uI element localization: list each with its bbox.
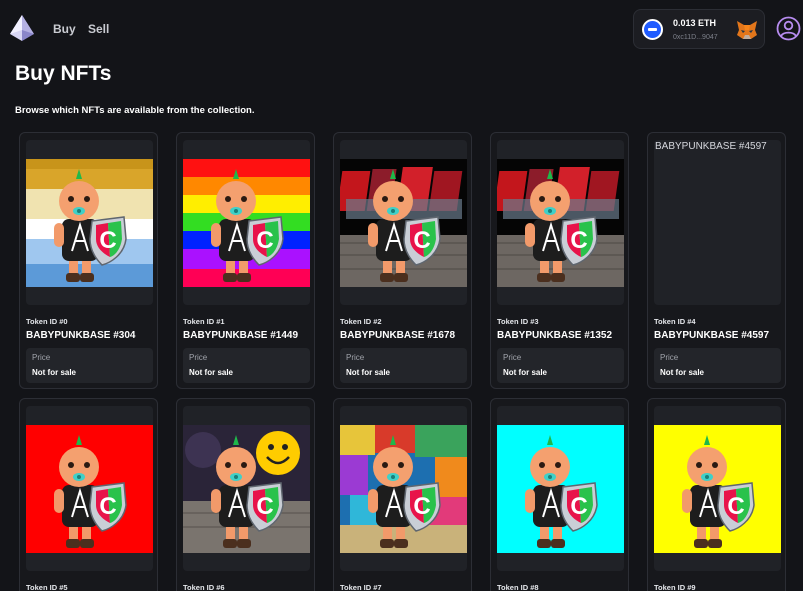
- nft-card[interactable]: C Token ID #0 BABYPUNKBASE #304 Price Not fo…: [19, 132, 158, 389]
- nft-image[interactable]: C: [497, 140, 624, 305]
- price-box: Price Not for sale: [183, 348, 310, 383]
- nft-card[interactable]: C Token ID #2 BABYPUNKBASE #1678 Price Not f…: [333, 132, 472, 389]
- broken-image-alt: BABYPUNKBASE #4597: [655, 141, 767, 152]
- token-id: Token ID #0: [26, 317, 68, 326]
- nft-image[interactable]: C: [654, 406, 781, 571]
- shield-emblem: C: [413, 227, 430, 254]
- metamask-fox-icon: [737, 21, 757, 39]
- nft-image[interactable]: C: [340, 140, 467, 305]
- wallet-button[interactable]: 0.013 ETH 0xc11D...9047: [633, 9, 765, 49]
- price-value: Not for sale: [32, 368, 77, 377]
- wallet-balance: 0.013 ETH: [673, 18, 717, 28]
- nft-artwork: C: [183, 159, 310, 287]
- nft-artwork: C: [26, 425, 153, 553]
- wallet-address: 0xc11D...9047: [673, 34, 718, 41]
- token-id: Token ID #3: [497, 317, 539, 326]
- page-subtitle: Browse which NFTs are available from the…: [15, 105, 255, 116]
- price-label: Price: [503, 353, 522, 362]
- price-value: Not for sale: [660, 368, 705, 377]
- nft-card[interactable]: C Token ID #3 BABYPUNKBASE #1352 Price Not f…: [490, 132, 629, 389]
- network-icon: [642, 19, 663, 40]
- nft-artwork: C: [497, 159, 624, 287]
- nft-name: BABYPUNKBASE #4597: [654, 330, 770, 341]
- logo-icon[interactable]: [9, 14, 35, 42]
- nft-artwork: C: [340, 425, 467, 553]
- price-value: Not for sale: [189, 368, 234, 377]
- price-label: Price: [189, 353, 208, 362]
- token-id: Token ID #9: [654, 583, 696, 591]
- shield-emblem: C: [413, 493, 430, 520]
- price-box: Price Not for sale: [340, 348, 467, 383]
- price-label: Price: [32, 353, 51, 362]
- token-id: Token ID #8: [497, 583, 539, 591]
- nav-sell-link[interactable]: Sell: [88, 22, 109, 36]
- nft-name: BABYPUNKBASE #1352: [497, 330, 613, 341]
- nft-artwork: C: [654, 425, 781, 553]
- nft-card[interactable]: C Token ID #5: [19, 398, 158, 591]
- shield-emblem: C: [256, 227, 273, 254]
- nft-image[interactable]: C: [26, 140, 153, 305]
- nft-image[interactable]: C: [497, 406, 624, 571]
- token-id: Token ID #1: [183, 317, 225, 326]
- token-id: Token ID #5: [26, 583, 68, 591]
- nft-image[interactable]: C: [183, 140, 310, 305]
- token-id: Token ID #7: [340, 583, 382, 591]
- nft-card[interactable]: C Token ID #9: [647, 398, 786, 591]
- nft-card[interactable]: C Token ID #7: [333, 398, 472, 591]
- price-box: Price Not for sale: [497, 348, 624, 383]
- nft-card[interactable]: BABYPUNKBASE #4597 Token ID #4 BABYPUNKBAS…: [647, 132, 786, 389]
- shield-emblem: C: [256, 493, 273, 520]
- nft-image[interactable]: C: [183, 406, 310, 571]
- price-label: Price: [660, 353, 679, 362]
- nft-name: BABYPUNKBASE #1449: [183, 330, 299, 341]
- price-label: Price: [346, 353, 365, 362]
- nft-artwork: C: [340, 159, 467, 287]
- profile-icon[interactable]: [776, 16, 801, 41]
- nft-card[interactable]: C Token ID #1 BABYPUNKBASE #1449 Price Not f…: [176, 132, 315, 389]
- shield-emblem: C: [99, 227, 116, 254]
- price-value: Not for sale: [346, 368, 391, 377]
- shield-emblem: C: [570, 227, 587, 254]
- nft-image[interactable]: C: [340, 406, 467, 571]
- nft-image[interactable]: BABYPUNKBASE #4597: [654, 140, 781, 305]
- price-value: Not for sale: [503, 368, 548, 377]
- nft-card[interactable]: C Token ID #6: [176, 398, 315, 591]
- nft-artwork: C: [497, 425, 624, 553]
- token-id: Token ID #2: [340, 317, 382, 326]
- nft-image[interactable]: C: [26, 406, 153, 571]
- shield-emblem: C: [727, 493, 744, 520]
- page-title: Buy NFTs: [15, 62, 112, 85]
- token-id: Token ID #4: [654, 317, 696, 326]
- shield-emblem: C: [570, 493, 587, 520]
- shield-emblem: C: [99, 493, 116, 520]
- nft-card[interactable]: C Token ID #8: [490, 398, 629, 591]
- token-id: Token ID #6: [183, 583, 225, 591]
- nav-buy-link[interactable]: Buy: [53, 22, 76, 36]
- price-box: Price Not for sale: [26, 348, 153, 383]
- top-bar: Buy Sell 0.013 ETH 0xc11D...9047: [0, 0, 803, 58]
- nft-name: BABYPUNKBASE #304: [26, 330, 136, 341]
- nft-artwork: C: [26, 159, 153, 287]
- nft-name: BABYPUNKBASE #1678: [340, 330, 456, 341]
- nft-artwork: C: [183, 425, 310, 553]
- price-box: Price Not for sale: [654, 348, 781, 383]
